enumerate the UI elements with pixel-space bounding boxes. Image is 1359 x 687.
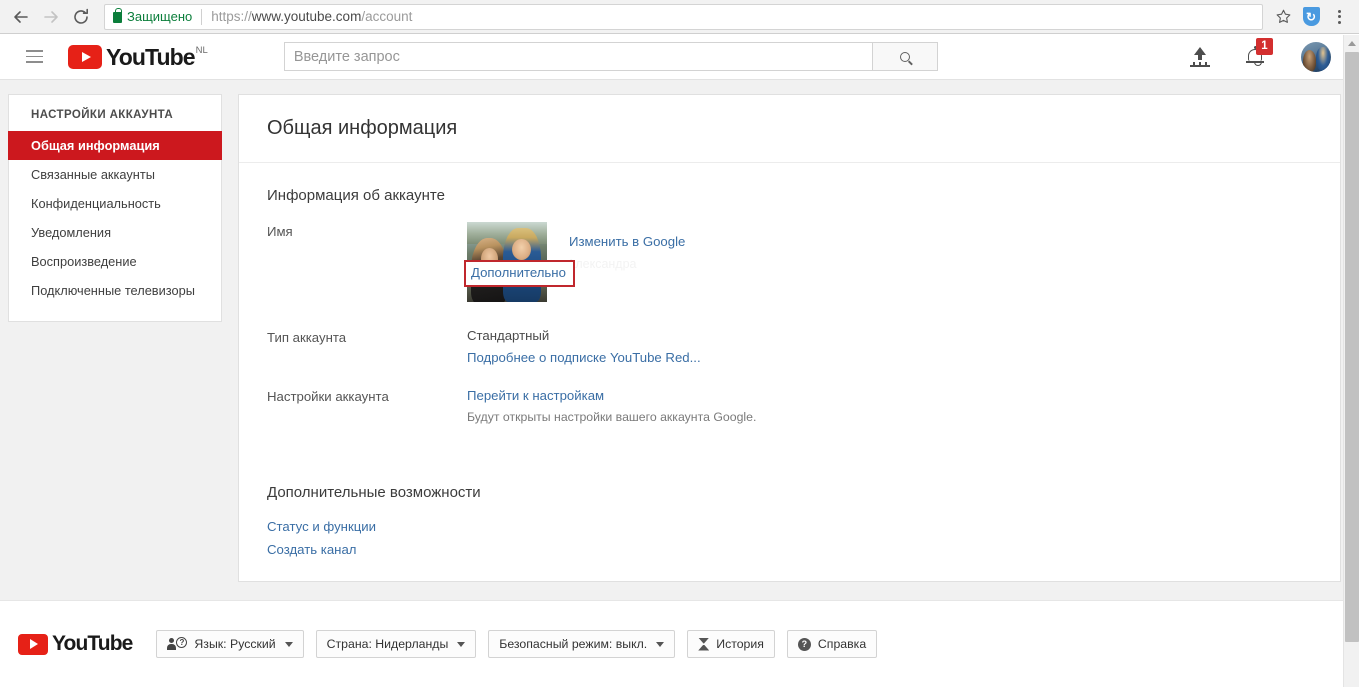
header-actions: 1 [1189, 37, 1345, 72]
account-settings-note: Будут открыты настройки вашего аккаунта … [467, 410, 757, 424]
language-icon: ? [167, 637, 188, 651]
settings-content-panel: Общая информация Информация об аккаунте … [238, 94, 1341, 582]
chrome-menu-icon[interactable] [1325, 3, 1353, 31]
star-icon[interactable] [1269, 3, 1297, 31]
language-label: Язык: Русский [194, 637, 276, 651]
sidebar-item-privacy[interactable]: Конфиденциальность [9, 189, 221, 218]
sidebar-item-linked-accounts[interactable]: Связанные аккаунты [9, 160, 221, 189]
go-to-settings-link[interactable]: Перейти к настройкам [467, 388, 604, 403]
upload-icon[interactable] [1189, 47, 1211, 67]
lock-icon [113, 8, 122, 23]
sidebar-heading: НАСТРОЙКИ АККАУНТА [31, 109, 174, 121]
search-bar [283, 42, 938, 71]
row-account-type: Тип аккаунта Стандартный Подробнее о под… [239, 328, 1340, 367]
kebab-dots [1337, 9, 1341, 24]
address-bar[interactable]: Защищено https://www.youtube.com/account [104, 3, 1263, 30]
search-input[interactable] [283, 42, 872, 71]
page-footer: YouTube ? Язык: Русский Страна: Нидерлан… [0, 600, 1359, 687]
extra-features-links: Статус и функции Создать канал [239, 519, 1340, 557]
omnibox-divider [201, 8, 203, 25]
reload-icon[interactable] [66, 2, 96, 32]
chevron-down-icon [457, 641, 466, 647]
hourglass-icon [698, 638, 709, 651]
search-button[interactable] [871, 42, 938, 71]
account-display-name: Александра [567, 257, 637, 271]
row-account-settings: Настройки аккаунта Перейти к настройкам … [239, 387, 1340, 424]
row-value-account-settings: Перейти к настройкам Будут открыты настр… [467, 387, 1340, 424]
youtube-country-code: NL [195, 44, 208, 56]
history-label: История [716, 637, 764, 651]
sidebar-item-overview[interactable]: Общая информация [8, 131, 222, 160]
youtube-logo-text: YouTube [106, 43, 196, 70]
security-indicator[interactable]: Защищено [113, 8, 193, 24]
sidebar-item-notifications[interactable]: Уведомления [9, 218, 221, 247]
row-label-account-type: Тип аккаунта [267, 330, 347, 345]
country-selector[interactable]: Страна: Нидерланды [315, 630, 477, 658]
hamburger-menu-icon[interactable] [26, 45, 50, 69]
youtube-play-icon [68, 44, 102, 69]
status-and-features-link[interactable]: Статус и функции [267, 519, 1340, 534]
row-value-account-type: Стандартный Подробнее о подписке YouTube… [467, 328, 1340, 367]
person-glyph [167, 638, 177, 650]
youtube-logo[interactable]: YouTube NL [68, 43, 208, 70]
youtube-red-link[interactable]: Подробнее о подписке YouTube Red... [467, 350, 701, 365]
sidebar-item-connected-tvs[interactable]: Подключенные телевизоры [9, 276, 221, 305]
page-scrollbar[interactable] [1343, 35, 1359, 687]
account-info-title: Информация об аккаунте [267, 187, 445, 204]
help-button[interactable]: ? Справка [786, 630, 878, 658]
url-origin: www.youtube.com [251, 9, 362, 24]
scrollbar-thumb[interactable] [1345, 52, 1359, 642]
row-label-account-settings: Настройки аккаунта [267, 389, 389, 404]
shield-extension-icon[interactable]: ↻ [1297, 3, 1325, 31]
search-icon [899, 51, 910, 62]
forward-arrow-icon[interactable] [36, 2, 66, 32]
youtube-header: YouTube NL 1 [0, 34, 1359, 80]
create-channel-link[interactable]: Создать канал [267, 542, 1340, 557]
url-text: https://www.youtube.com/account [211, 9, 412, 24]
back-arrow-icon[interactable] [6, 2, 36, 32]
upload-bar [1190, 64, 1210, 67]
country-label: Страна: Нидерланды [326, 637, 449, 651]
history-button[interactable]: История [687, 630, 775, 658]
footer-logo-text: YouTube [52, 632, 133, 655]
settings-sidebar: НАСТРОЙКИ АККАУНТА Общая информация Связ… [8, 94, 222, 322]
question-glyph: ? [176, 637, 188, 648]
row-value-name: Изменить в Google Александра Дополнитель… [464, 222, 1340, 302]
language-selector[interactable]: ? Язык: Русский [156, 630, 304, 658]
more-link[interactable]: Дополнительно [471, 265, 566, 280]
row-name: Имя Изменить в Google Александра Дополни… [239, 222, 1340, 302]
change-in-google-link[interactable]: Изменить в Google [569, 234, 685, 249]
footer-youtube-logo[interactable]: YouTube [18, 632, 133, 656]
page-title: Общая информация [239, 95, 1340, 163]
shield-glyph: ↻ [1302, 7, 1320, 26]
row-label-name: Имя [267, 224, 293, 239]
extra-features-title: Дополнительные возможности [267, 484, 481, 501]
notifications-button[interactable]: 1 [1245, 37, 1273, 68]
photo-child-face [512, 239, 531, 260]
secure-label: Защищено [127, 9, 193, 24]
safe-mode-selector[interactable]: Безопасный режим: выкл. [488, 630, 676, 658]
sidebar-item-playback[interactable]: Воспроизведение [9, 247, 221, 276]
url-scheme: https:// [211, 9, 252, 24]
help-icon: ? [797, 637, 811, 651]
safe-mode-label: Безопасный режим: выкл. [499, 637, 648, 651]
help-label: Справка [817, 637, 867, 651]
chevron-down-icon [284, 641, 293, 647]
url-path: /account [361, 9, 413, 24]
footer-play-icon [18, 633, 48, 655]
scroll-up-arrow-icon[interactable] [1344, 35, 1359, 51]
chevron-down-icon [656, 641, 665, 647]
account-type-value: Стандартный [467, 328, 550, 343]
more-link-highlight: Дополнительно [464, 260, 575, 287]
shield-swirl-icon: ↻ [1305, 9, 1317, 24]
avatar[interactable] [1301, 41, 1331, 72]
notification-badge: 1 [1256, 37, 1273, 55]
browser-toolbar: Защищено https://www.youtube.com/account… [0, 0, 1359, 34]
page-body: НАСТРОЙКИ АККАУНТА Общая информация Связ… [0, 80, 1359, 600]
